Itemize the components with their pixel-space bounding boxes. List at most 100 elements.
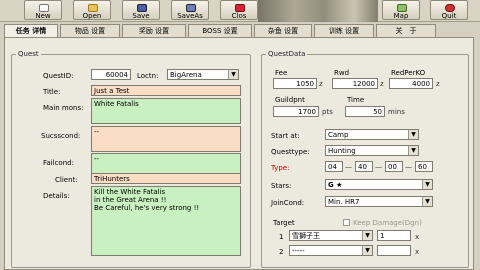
target-1-monster: 雪獅子王 <box>292 232 320 240</box>
quit-label: Quit <box>441 12 457 20</box>
success-cond-field[interactable]: -- <box>91 126 241 152</box>
client-field[interactable]: TriHunters <box>91 173 241 184</box>
target-2-count[interactable] <box>377 245 411 256</box>
save-icon <box>137 4 147 12</box>
title-field[interactable]: Just a Test <box>91 85 241 96</box>
chevron-down-icon[interactable]: ▼ <box>422 197 432 206</box>
quest-id-field[interactable]: 60004 <box>91 69 131 80</box>
quit-icon <box>445 4 455 12</box>
folder-icon <box>88 4 98 12</box>
target-2-index: 2 <box>279 248 284 256</box>
redperko-field[interactable]: 4000 <box>389 78 433 89</box>
tab-boss-settings[interactable]: BOSS 设置 <box>188 24 252 38</box>
tab-bar: 任务 详情 物品 设置 奖励 设置 BOSS 设置 杂鱼 设置 训练 设置 关 … <box>4 24 474 38</box>
chevron-down-icon[interactable]: ▼ <box>228 70 238 79</box>
start-at-value: Camp <box>328 131 349 139</box>
tab-minion-settings[interactable]: 杂鱼 设置 <box>254 24 312 38</box>
quest-legend: Quest <box>18 50 39 58</box>
map-button[interactable]: Map <box>382 0 420 20</box>
fee-field[interactable]: 1050 <box>273 78 317 89</box>
redperko-unit: z <box>436 80 440 88</box>
joincond-label: JoinCond: <box>271 199 305 207</box>
questtype-select[interactable]: Hunting ▼ <box>325 145 419 156</box>
chevron-down-icon[interactable]: ▼ <box>362 246 372 255</box>
main-mons-field[interactable]: White Fatalis <box>91 98 241 124</box>
map-label: Map <box>393 12 409 20</box>
save-button[interactable]: Save <box>122 0 160 20</box>
tab-page-quest-details: Quest QuestID: 60004 Loctn: BigArena ▼ T… <box>4 37 474 270</box>
fail-cond-label: Failcond: <box>43 159 74 167</box>
chevron-down-icon[interactable]: ▼ <box>362 231 372 240</box>
quit-button[interactable]: Quit <box>430 0 468 20</box>
time-label: Time <box>347 96 365 104</box>
type-separator: — <box>375 163 382 171</box>
target-1-monster-select[interactable]: 雪獅子王 ▼ <box>289 230 373 241</box>
reward-label: Rwd <box>334 69 350 77</box>
target-label: Target <box>273 219 295 227</box>
details-label: Details: <box>43 192 70 200</box>
chevron-down-icon[interactable]: ▼ <box>408 130 418 139</box>
quest-id-label: QuestID: <box>43 72 74 80</box>
chevron-down-icon[interactable]: ▼ <box>408 146 418 155</box>
joincond-select[interactable]: Min. HR7 ▼ <box>325 196 433 207</box>
type-field-2[interactable]: 40 <box>355 161 373 172</box>
new-label: New <box>35 12 51 20</box>
tab-reward-settings[interactable]: 奖励 设置 <box>122 24 186 38</box>
guildpnt-field[interactable]: 1700 <box>273 106 319 117</box>
tab-training-settings[interactable]: 训练 设置 <box>314 24 374 38</box>
client-label: Client: <box>55 176 78 184</box>
location-select[interactable]: BigArena ▼ <box>167 69 239 80</box>
tab-item-settings[interactable]: 物品 设置 <box>60 24 120 38</box>
guildpnt-label: Guildpnt <box>275 96 305 104</box>
guildpnt-unit: pts <box>322 108 333 116</box>
location-value: BigArena <box>170 71 202 79</box>
open-label: Open <box>82 12 102 20</box>
joincond-value: Min. HR7 <box>328 198 360 206</box>
stars-select[interactable]: G ★ ▼ <box>325 179 433 190</box>
close-icon <box>235 4 245 12</box>
time-unit: mins <box>388 108 405 116</box>
fee-label: Fee <box>275 69 288 77</box>
type-separator: — <box>345 163 352 171</box>
questtype-value: Hunting <box>328 147 356 155</box>
questdata-legend: QuestData <box>268 50 306 58</box>
reward-unit: z <box>380 80 384 88</box>
banner-image <box>258 0 378 22</box>
start-at-label: Start at: <box>271 132 300 140</box>
map-icon <box>397 4 407 12</box>
target-1-count[interactable]: 1 <box>377 230 411 241</box>
location-label: Loctn: <box>137 72 159 80</box>
start-at-select[interactable]: Camp ▼ <box>325 129 419 140</box>
reward-field[interactable]: 12000 <box>332 78 378 89</box>
save-label: Save <box>132 12 150 20</box>
target-2-monster-select[interactable]: ----- ▼ <box>289 245 373 256</box>
open-button[interactable]: Open <box>73 0 111 20</box>
type-separator: — <box>405 163 412 171</box>
chevron-down-icon[interactable]: ▼ <box>422 180 432 189</box>
details-field[interactable]: Kill the White Fatalis in the Great Aren… <box>91 186 241 256</box>
type-field-4[interactable]: 60 <box>415 161 433 172</box>
tab-quest-details[interactable]: 任务 详情 <box>4 24 58 38</box>
save-as-icon <box>186 4 196 12</box>
stars-label: Stars: <box>271 182 292 190</box>
close-label: Clos <box>231 12 247 20</box>
type-field-1[interactable]: 04 <box>325 161 343 172</box>
tab-about[interactable]: 关 于 <box>376 24 436 38</box>
type-field-3[interactable]: 00 <box>385 161 403 172</box>
keep-damage-checkbox[interactable] <box>343 219 350 226</box>
target-2-x: x <box>415 248 420 256</box>
main-mons-label: Main mons: <box>43 104 84 112</box>
new-file-icon <box>39 4 49 12</box>
keep-damage-label: Keep Damage(Dgn) <box>353 219 422 227</box>
target-1-index: 1 <box>279 233 284 241</box>
type-label: Type: <box>271 164 290 172</box>
target-1-x: x <box>415 233 420 241</box>
saveas-button[interactable]: SaveAs <box>171 0 209 20</box>
fee-unit: z <box>319 80 323 88</box>
questtype-label: Questtype: <box>271 148 310 156</box>
stars-value: G ★ <box>328 181 343 189</box>
saveas-label: SaveAs <box>177 12 203 20</box>
time-field[interactable]: 50 <box>345 106 385 117</box>
new-button[interactable]: New <box>24 0 62 20</box>
close-button[interactable]: Clos <box>220 0 258 20</box>
